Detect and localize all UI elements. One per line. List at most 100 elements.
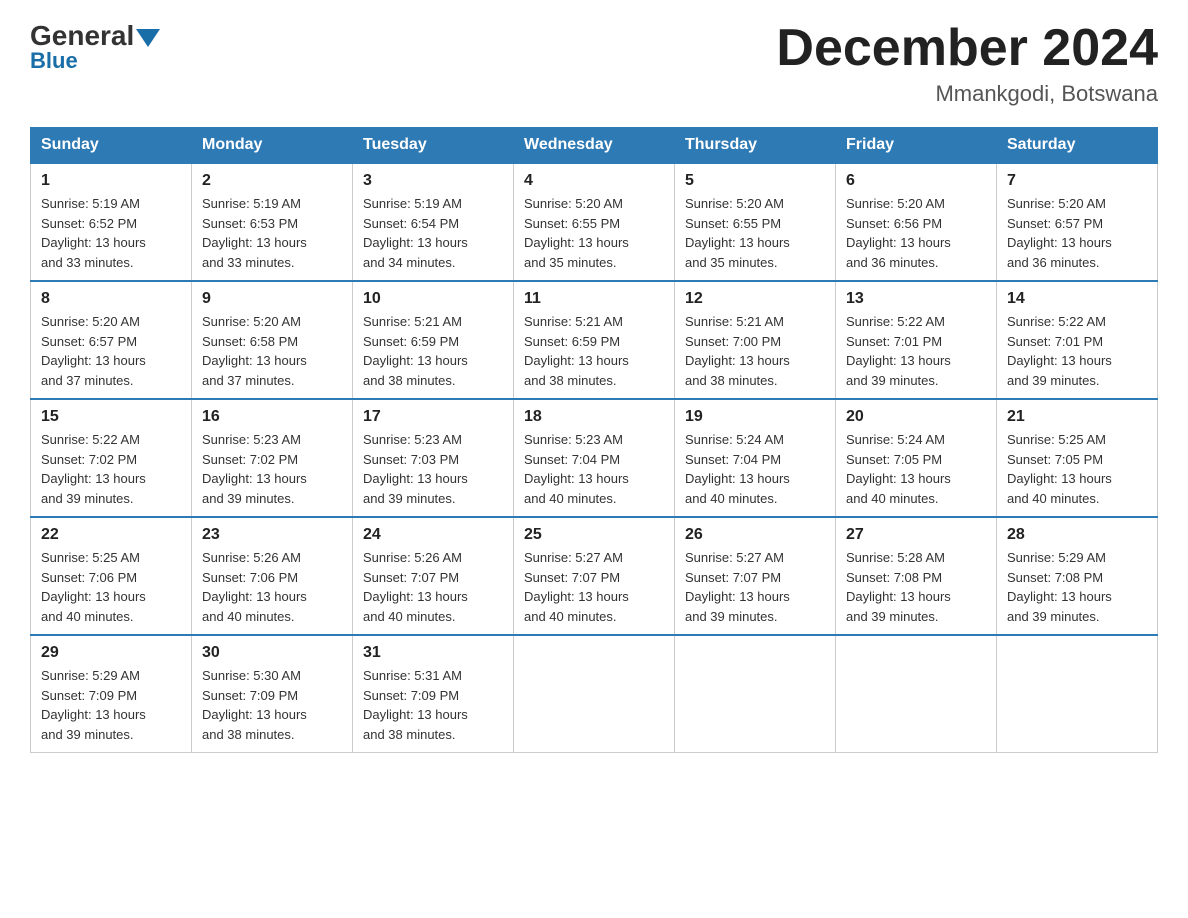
day-info: Sunrise: 5:21 AM Sunset: 6:59 PM Dayligh… xyxy=(363,312,503,390)
col-header-thursday: Thursday xyxy=(675,128,836,164)
day-number: 30 xyxy=(202,644,342,662)
calendar-cell: 9 Sunrise: 5:20 AM Sunset: 6:58 PM Daylig… xyxy=(192,281,353,399)
col-header-monday: Monday xyxy=(192,128,353,164)
col-header-tuesday: Tuesday xyxy=(353,128,514,164)
day-number: 18 xyxy=(524,408,664,426)
day-number: 27 xyxy=(846,526,986,544)
day-number: 11 xyxy=(524,290,664,308)
calendar-cell: 13Sunrise: 5:22 AM Sunset: 7:01 PM Dayli… xyxy=(836,281,997,399)
calendar-header-row: SundayMondayTuesdayWednesdayThursdayFrid… xyxy=(31,128,1158,164)
day-number: 21 xyxy=(1007,408,1147,426)
calendar-cell: 7 Sunrise: 5:20 AM Sunset: 6:57 PM Daylig… xyxy=(997,163,1158,281)
calendar-cell: 25 Sunrise: 5:27 AM Sunset: 7:07 PM Dayli… xyxy=(514,517,675,635)
col-header-sunday: Sunday xyxy=(31,128,192,164)
day-info: Sunrise: 5:29 AM Sunset: 7:09 PM Dayligh… xyxy=(41,666,181,744)
day-number: 15 xyxy=(41,408,181,426)
day-info: Sunrise: 5:23 AM Sunset: 7:02 PM Dayligh… xyxy=(202,430,342,508)
day-number: 22 xyxy=(41,526,181,544)
calendar-table: SundayMondayTuesdayWednesdayThursdayFrid… xyxy=(30,127,1158,753)
day-info: Sunrise: 5:23 AM Sunset: 7:03 PM Dayligh… xyxy=(363,430,503,508)
day-number: 28 xyxy=(1007,526,1147,544)
calendar-cell: 1 Sunrise: 5:19 AM Sunset: 6:52 PM Daylig… xyxy=(31,163,192,281)
day-number: 12 xyxy=(685,290,825,308)
day-number: 7 xyxy=(1007,172,1147,190)
calendar-subtitle: Mmankgodi, Botswana xyxy=(776,81,1158,107)
day-info: Sunrise: 5:26 AM Sunset: 7:07 PM Dayligh… xyxy=(363,548,503,626)
day-number: 17 xyxy=(363,408,503,426)
day-info: Sunrise: 5:28 AM Sunset: 7:08 PM Dayligh… xyxy=(846,548,986,626)
day-number: 23 xyxy=(202,526,342,544)
day-number: 31 xyxy=(363,644,503,662)
calendar-week-3: 15 Sunrise: 5:22 AM Sunset: 7:02 PM Dayli… xyxy=(31,399,1158,517)
day-info: Sunrise: 5:27 AM Sunset: 7:07 PM Dayligh… xyxy=(685,548,825,626)
calendar-cell: 19 Sunrise: 5:24 AM Sunset: 7:04 PM Dayli… xyxy=(675,399,836,517)
calendar-week-5: 29 Sunrise: 5:29 AM Sunset: 7:09 PM Dayli… xyxy=(31,635,1158,753)
day-info: Sunrise: 5:22 AM Sunset: 7:02 PM Dayligh… xyxy=(41,430,181,508)
col-header-saturday: Saturday xyxy=(997,128,1158,164)
day-info: Sunrise: 5:19 AM Sunset: 6:53 PM Dayligh… xyxy=(202,194,342,272)
calendar-cell: 3 Sunrise: 5:19 AM Sunset: 6:54 PM Daylig… xyxy=(353,163,514,281)
day-number: 29 xyxy=(41,644,181,662)
logo: General Blue xyxy=(30,20,160,74)
calendar-cell: 11 Sunrise: 5:21 AM Sunset: 6:59 PM Dayli… xyxy=(514,281,675,399)
calendar-cell: 14 Sunrise: 5:22 AM Sunset: 7:01 PM Dayli… xyxy=(997,281,1158,399)
day-info: Sunrise: 5:20 AM Sunset: 6:55 PM Dayligh… xyxy=(685,194,825,272)
calendar-cell: 30 Sunrise: 5:30 AM Sunset: 7:09 PM Dayli… xyxy=(192,635,353,753)
day-info: Sunrise: 5:25 AM Sunset: 7:05 PM Dayligh… xyxy=(1007,430,1147,508)
day-number: 13 xyxy=(846,290,986,308)
calendar-cell: 29 Sunrise: 5:29 AM Sunset: 7:09 PM Dayli… xyxy=(31,635,192,753)
day-info: Sunrise: 5:30 AM Sunset: 7:09 PM Dayligh… xyxy=(202,666,342,744)
day-info: Sunrise: 5:24 AM Sunset: 7:05 PM Dayligh… xyxy=(846,430,986,508)
day-info: Sunrise: 5:19 AM Sunset: 6:54 PM Dayligh… xyxy=(363,194,503,272)
calendar-cell: 12Sunrise: 5:21 AM Sunset: 7:00 PM Dayli… xyxy=(675,281,836,399)
calendar-cell: 21 Sunrise: 5:25 AM Sunset: 7:05 PM Dayli… xyxy=(997,399,1158,517)
calendar-title: December 2024 xyxy=(776,20,1158,77)
day-info: Sunrise: 5:19 AM Sunset: 6:52 PM Dayligh… xyxy=(41,194,181,272)
calendar-cell: 4Sunrise: 5:20 AM Sunset: 6:55 PM Daylig… xyxy=(514,163,675,281)
day-info: Sunrise: 5:23 AM Sunset: 7:04 PM Dayligh… xyxy=(524,430,664,508)
day-info: Sunrise: 5:20 AM Sunset: 6:56 PM Dayligh… xyxy=(846,194,986,272)
day-info: Sunrise: 5:20 AM Sunset: 6:57 PM Dayligh… xyxy=(1007,194,1147,272)
calendar-week-1: 1 Sunrise: 5:19 AM Sunset: 6:52 PM Daylig… xyxy=(31,163,1158,281)
calendar-cell: 23Sunrise: 5:26 AM Sunset: 7:06 PM Dayli… xyxy=(192,517,353,635)
day-number: 20 xyxy=(846,408,986,426)
calendar-cell: 24 Sunrise: 5:26 AM Sunset: 7:07 PM Dayli… xyxy=(353,517,514,635)
day-info: Sunrise: 5:20 AM Sunset: 6:57 PM Dayligh… xyxy=(41,312,181,390)
calendar-body: 1 Sunrise: 5:19 AM Sunset: 6:52 PM Daylig… xyxy=(31,163,1158,753)
day-number: 26 xyxy=(685,526,825,544)
day-number: 3 xyxy=(363,172,503,190)
calendar-cell: 8 Sunrise: 5:20 AM Sunset: 6:57 PM Daylig… xyxy=(31,281,192,399)
page-header: General Blue December 2024 Mmankgodi, Bo… xyxy=(30,20,1158,107)
day-info: Sunrise: 5:24 AM Sunset: 7:04 PM Dayligh… xyxy=(685,430,825,508)
day-number: 5 xyxy=(685,172,825,190)
day-number: 10 xyxy=(363,290,503,308)
calendar-cell: 2 Sunrise: 5:19 AM Sunset: 6:53 PM Daylig… xyxy=(192,163,353,281)
calendar-cell xyxy=(836,635,997,753)
calendar-cell: 28 Sunrise: 5:29 AM Sunset: 7:08 PM Dayli… xyxy=(997,517,1158,635)
col-header-friday: Friday xyxy=(836,128,997,164)
day-info: Sunrise: 5:20 AM Sunset: 6:58 PM Dayligh… xyxy=(202,312,342,390)
day-number: 6 xyxy=(846,172,986,190)
day-info: Sunrise: 5:29 AM Sunset: 7:08 PM Dayligh… xyxy=(1007,548,1147,626)
day-number: 24 xyxy=(363,526,503,544)
day-info: Sunrise: 5:20 AM Sunset: 6:55 PM Dayligh… xyxy=(524,194,664,272)
day-number: 14 xyxy=(1007,290,1147,308)
day-info: Sunrise: 5:22 AM Sunset: 7:01 PM Dayligh… xyxy=(1007,312,1147,390)
calendar-cell: 5 Sunrise: 5:20 AM Sunset: 6:55 PM Daylig… xyxy=(675,163,836,281)
day-number: 25 xyxy=(524,526,664,544)
day-info: Sunrise: 5:21 AM Sunset: 6:59 PM Dayligh… xyxy=(524,312,664,390)
day-number: 9 xyxy=(202,290,342,308)
calendar-cell xyxy=(514,635,675,753)
calendar-cell xyxy=(997,635,1158,753)
day-number: 1 xyxy=(41,172,181,190)
calendar-cell: 15 Sunrise: 5:22 AM Sunset: 7:02 PM Dayli… xyxy=(31,399,192,517)
day-info: Sunrise: 5:27 AM Sunset: 7:07 PM Dayligh… xyxy=(524,548,664,626)
logo-triangle-icon xyxy=(136,29,160,47)
calendar-cell: 17 Sunrise: 5:23 AM Sunset: 7:03 PM Dayli… xyxy=(353,399,514,517)
day-number: 19 xyxy=(685,408,825,426)
day-number: 8 xyxy=(41,290,181,308)
day-number: 2 xyxy=(202,172,342,190)
calendar-cell: 6 Sunrise: 5:20 AM Sunset: 6:56 PM Daylig… xyxy=(836,163,997,281)
calendar-week-4: 22 Sunrise: 5:25 AM Sunset: 7:06 PM Dayli… xyxy=(31,517,1158,635)
day-info: Sunrise: 5:25 AM Sunset: 7:06 PM Dayligh… xyxy=(41,548,181,626)
